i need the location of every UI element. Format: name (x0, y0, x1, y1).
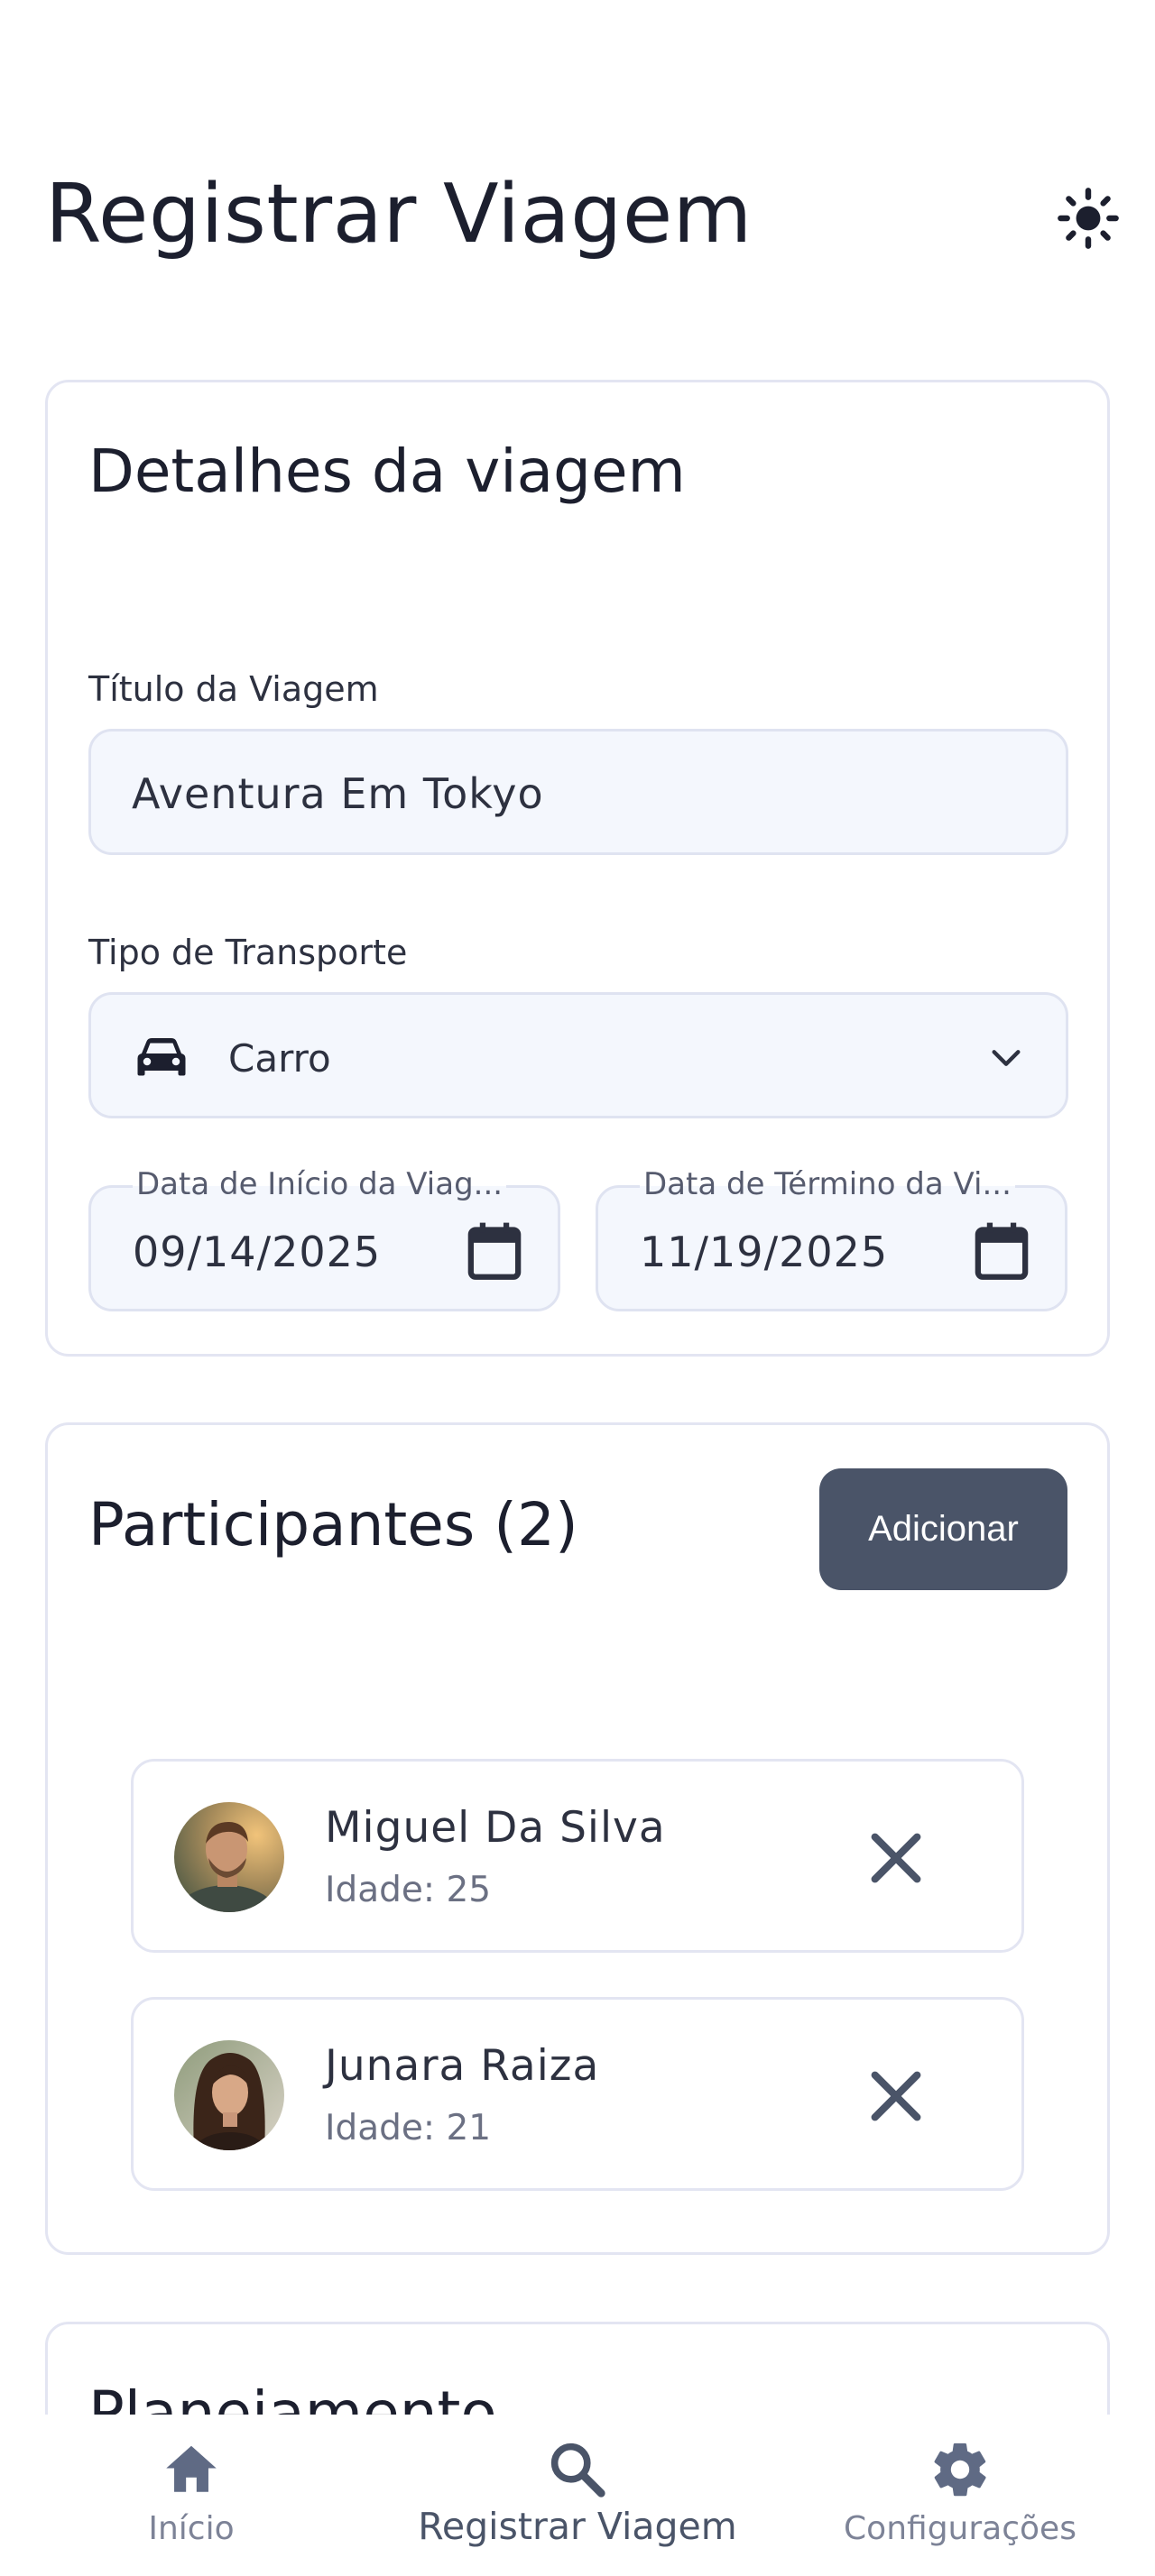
participants-title: Participantes (2) (88, 1490, 578, 1559)
avatar (174, 1802, 284, 1912)
nav-label-home: Início (148, 2510, 235, 2547)
calendar-icon[interactable] (466, 1220, 523, 1282)
trip-details-card: Detalhes da viagem Título da Viagem Aven… (45, 380, 1110, 1357)
participants-card: Participantes (2) Adicionar Miguel Da Si… (45, 1422, 1110, 2255)
start-date-field[interactable]: Data de Início da Viag... 09/14/2025 (88, 1166, 560, 1311)
nav-item-home[interactable]: Início (101, 2415, 282, 2576)
start-date-value: 09/14/2025 (133, 1228, 382, 1276)
end-date-field[interactable]: Data de Término da Vi... 11/19/2025 (596, 1166, 1067, 1311)
nav-item-register-trip[interactable]: Registrar Viagem (397, 2415, 758, 2576)
trip-details-title: Detalhes da viagem (88, 437, 686, 506)
transport-type-label: Tipo de Transporte (88, 933, 408, 972)
close-icon[interactable] (864, 1826, 928, 1890)
transport-type-value: Carro (228, 1036, 331, 1081)
participant-item: Junara Raiza Idade: 21 (131, 1997, 1024, 2191)
calendar-icon[interactable] (973, 1220, 1030, 1282)
add-participant-button[interactable]: Adicionar (819, 1468, 1067, 1590)
nav-item-settings[interactable]: Configurações (825, 2415, 1095, 2576)
participant-age: Idade: 21 (325, 2108, 492, 2148)
sun-icon (1058, 188, 1119, 249)
theme-toggle-button[interactable] (1052, 182, 1124, 254)
close-icon[interactable] (864, 2065, 928, 2128)
participant-item: Miguel Da Silva Idade: 25 (131, 1759, 1024, 1953)
nav-label-settings: Configurações (844, 2510, 1076, 2547)
end-date-label: Data de Término da Vi... (640, 1166, 1015, 1202)
participant-age: Idade: 25 (325, 1870, 492, 1910)
nav-label-register-trip: Registrar Viagem (418, 2505, 737, 2548)
participant-name: Junara Raiza (325, 2041, 600, 2091)
home-icon (166, 2445, 217, 2492)
trip-title-value: Aventura Em Tokyo (132, 769, 544, 818)
car-icon (137, 1038, 186, 1076)
trip-title-input[interactable]: Aventura Em Tokyo (88, 729, 1068, 855)
participant-name: Miguel Da Silva (325, 1803, 666, 1853)
avatar (174, 2040, 284, 2150)
gear-icon (934, 2443, 986, 2497)
trip-title-label: Título da Viagem (88, 669, 379, 709)
transport-type-select[interactable]: Carro (88, 992, 1068, 1118)
end-date-value: 11/19/2025 (640, 1228, 889, 1276)
page-title: Registrar Viagem (45, 167, 753, 262)
start-date-label: Data de Início da Viag... (133, 1166, 507, 1202)
bottom-navigation: Início Registrar Viagem Configurações (0, 2415, 1155, 2576)
chevron-down-icon (992, 1050, 1021, 1066)
search-icon (550, 2443, 605, 2498)
